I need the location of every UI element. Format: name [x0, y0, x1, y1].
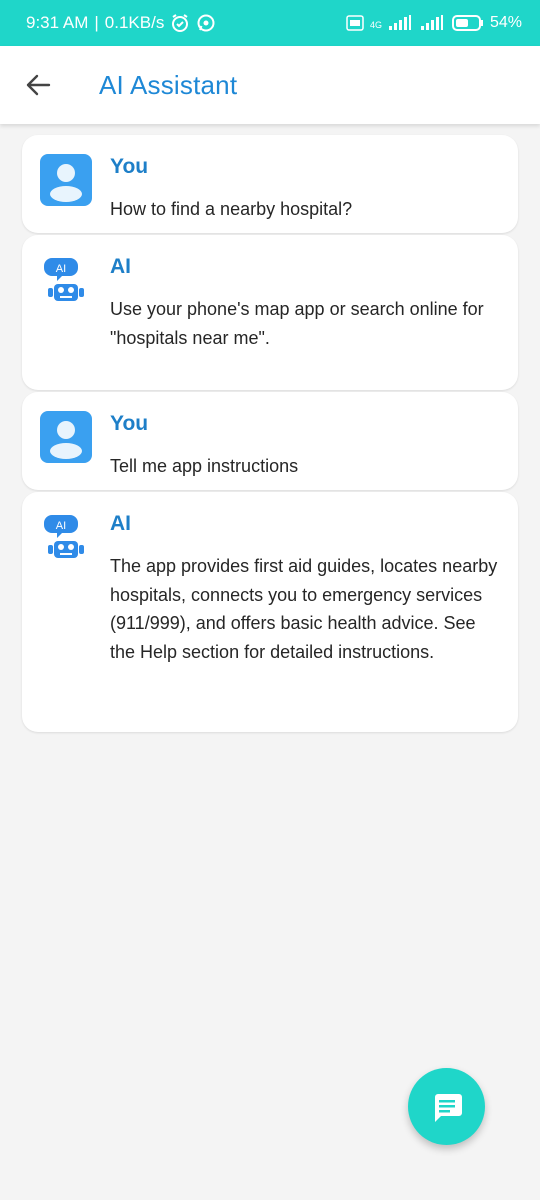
- status-left: 9:31 AM | 0.1KB/s: [26, 13, 216, 33]
- status-bar: 9:31 AM | 0.1KB/s 4G 54%: [0, 0, 540, 46]
- battery-icon: [451, 14, 484, 32]
- robot-avatar-icon: AI: [40, 254, 92, 306]
- status-speed: 0.1KB/s: [104, 13, 165, 32]
- new-chat-button[interactable]: [408, 1068, 485, 1145]
- message-sender: AI: [110, 255, 131, 278]
- chat-list[interactable]: You How to find a nearby hospital? AI AI…: [22, 135, 518, 734]
- network-type: 4G: [369, 20, 382, 30]
- battery-level: 54%: [489, 14, 522, 31]
- page-title: AI Assistant: [99, 69, 238, 100]
- user-avatar-icon: [40, 154, 92, 206]
- status-time: 9:31 AM: [26, 13, 89, 32]
- status-right: 4G 54%: [346, 14, 522, 32]
- message-text: The app provides first aid guides, locat…: [110, 556, 498, 662]
- alarm-icon: [170, 13, 190, 33]
- message-card-ai: AI AI The app provides first aid guides,…: [22, 492, 518, 732]
- message-card-user: You Tell me app instructions: [22, 392, 518, 490]
- signal-icon-2: [420, 15, 446, 31]
- message-sender: You: [110, 412, 149, 435]
- status-divider: |: [94, 13, 99, 32]
- app-bar: AI Assistant: [0, 46, 540, 124]
- whatsapp-icon: [196, 13, 216, 33]
- message-text: How to find a nearby hospital?: [110, 199, 353, 219]
- message-sender: You: [110, 155, 149, 178]
- user-avatar-icon: [40, 411, 92, 463]
- ai-badge-text: AI: [56, 520, 66, 532]
- message-text: Tell me app instructions: [110, 456, 299, 476]
- back-arrow-icon: [26, 74, 51, 96]
- signal-icon: [388, 15, 414, 31]
- robot-avatar-icon: AI: [40, 511, 92, 563]
- ai-badge-text: AI: [56, 263, 66, 275]
- message-card-ai: AI AI Use your phone's map app or search…: [22, 235, 518, 390]
- back-button[interactable]: [18, 65, 58, 105]
- message-sender: AI: [110, 512, 131, 535]
- chat-bubble-icon: [434, 1093, 462, 1122]
- message-text: Use your phone's map app or search onlin…: [110, 299, 484, 348]
- message-card-user: You How to find a nearby hospital?: [22, 135, 518, 233]
- volte-icon: [346, 15, 364, 31]
